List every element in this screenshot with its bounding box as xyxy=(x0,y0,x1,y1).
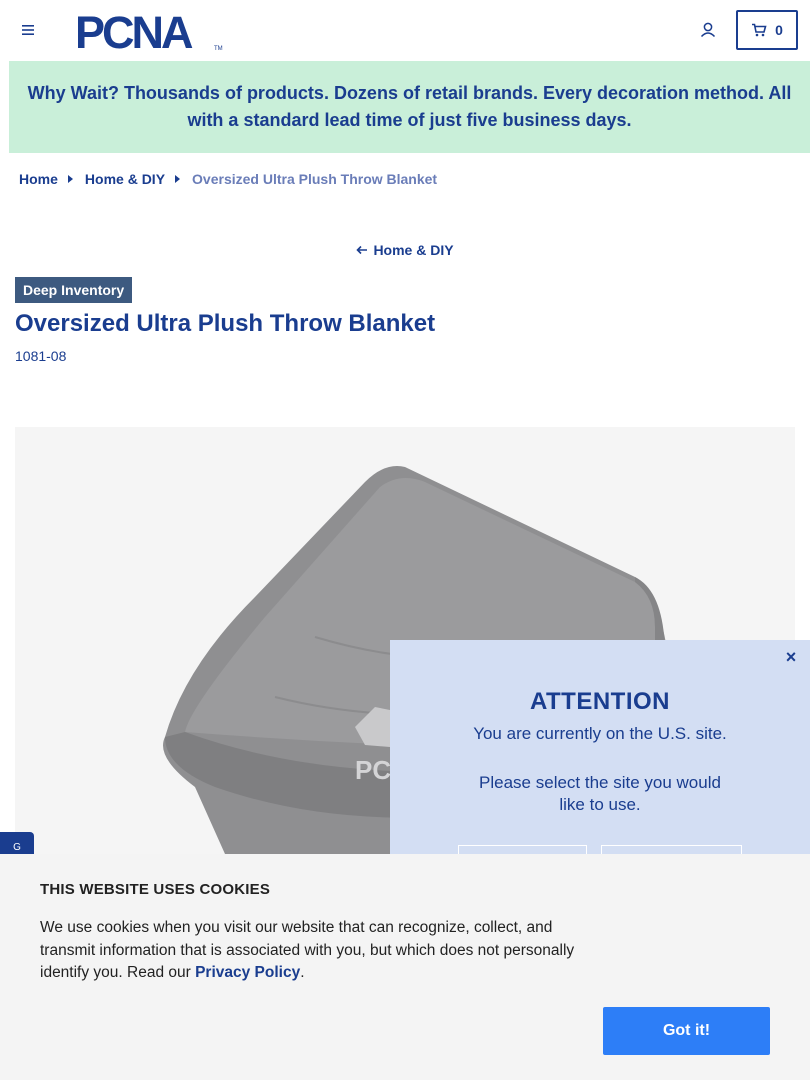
account-icon[interactable] xyxy=(697,19,719,41)
arrow-left-icon xyxy=(356,245,368,255)
logo-wordmark: PCNA xyxy=(75,8,193,54)
product-sku: 1081-08 xyxy=(15,348,67,364)
close-icon[interactable]: × xyxy=(782,648,800,666)
cookie-body-text: We use cookies when you visit our websit… xyxy=(40,919,575,981)
cookie-banner-text: We use cookies when you visit our websit… xyxy=(40,917,605,985)
modal-instruction-text: Please select the site you would like to… xyxy=(479,773,721,814)
deep-inventory-badge: Deep Inventory xyxy=(15,277,133,303)
breadcrumb-home[interactable]: Home xyxy=(19,171,58,187)
cart-button[interactable]: 0 xyxy=(736,10,798,50)
site-header: PCNA TM 0 xyxy=(0,0,810,61)
caret-right-icon xyxy=(67,175,73,183)
cookie-banner-title: THIS WEBSITE USES COOKIES xyxy=(40,881,271,898)
breadcrumb-home-diy[interactable]: Home & DIY xyxy=(85,171,165,187)
back-link-label: Home & DIY xyxy=(373,242,454,258)
privacy-policy-link[interactable]: Privacy Policy xyxy=(195,964,300,981)
hamburger-menu-icon[interactable] xyxy=(18,20,40,40)
breadcrumb-current: Oversized Ultra Plush Throw Blanket xyxy=(192,171,438,187)
feedback-tab-label: G xyxy=(13,841,21,853)
back-link-row: Home & DIY xyxy=(0,242,810,258)
product-title: Oversized Ultra Plush Throw Blanket xyxy=(15,310,436,337)
breadcrumb: Home Home & DIY Oversized Ultra Plush Th… xyxy=(19,170,437,188)
promo-banner: Why Wait? Thousands of products. Dozens … xyxy=(9,61,810,153)
modal-title: ATTENTION xyxy=(529,688,671,715)
site-selector-modal: × ATTENTION You are currently on the U.S… xyxy=(390,640,810,880)
cart-count: 0 xyxy=(775,22,783,38)
got-it-button[interactable]: Got it! xyxy=(603,1007,770,1055)
promo-text: Why Wait? Thousands of products. Dozens … xyxy=(27,83,792,130)
cart-icon xyxy=(752,23,767,37)
cookie-banner: THIS WEBSITE USES COOKIES We use cookies… xyxy=(0,854,810,1080)
back-to-category-link[interactable]: Home & DIY xyxy=(356,242,454,258)
caret-right-icon xyxy=(175,175,181,183)
cookie-trailing-period: . xyxy=(300,964,305,981)
logo-trademark: TM xyxy=(214,46,223,52)
pcna-logo[interactable]: PCNA TM xyxy=(75,7,225,58)
modal-current-site-text: You are currently on the U.S. site. xyxy=(473,724,727,743)
